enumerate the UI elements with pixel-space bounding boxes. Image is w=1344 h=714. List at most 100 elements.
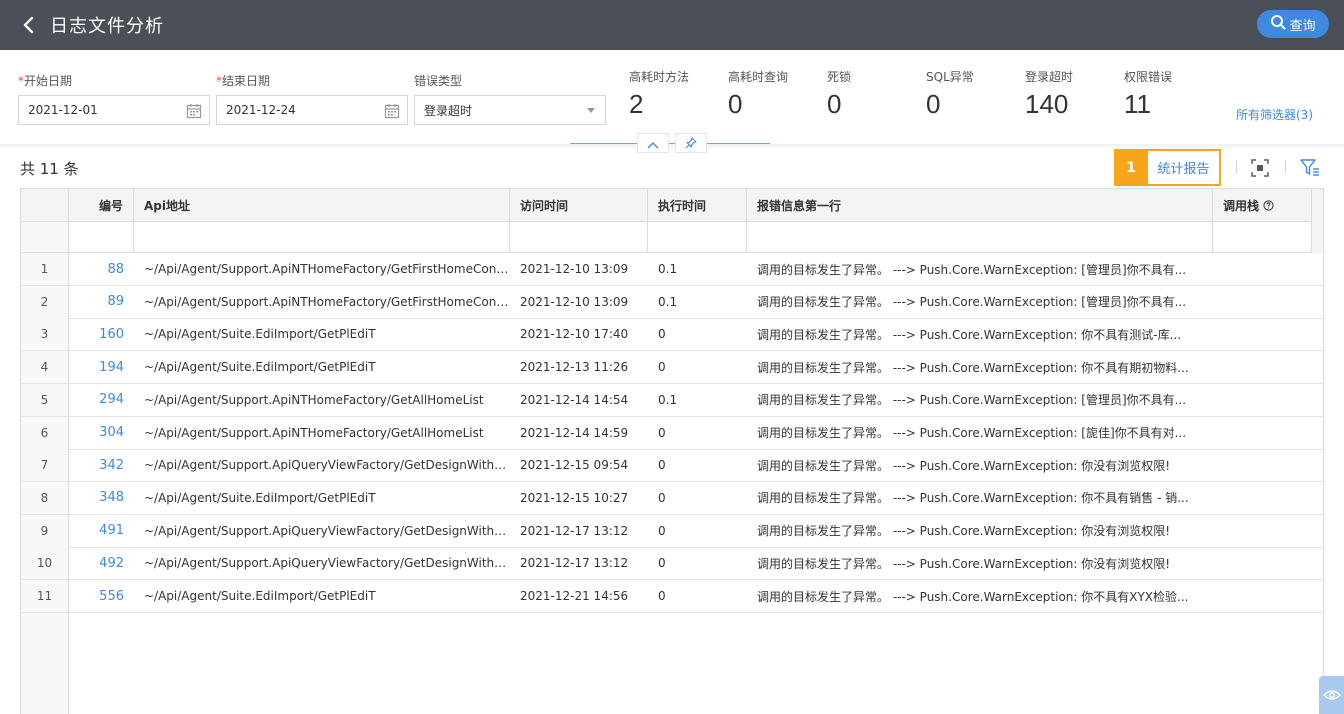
cell-call-stack	[1213, 253, 1311, 285]
cell-exec-time-text: 0	[658, 360, 666, 375]
cell-id-text[interactable]: 492	[99, 556, 124, 571]
top-bar: 日志文件分析 查询	[0, 0, 1344, 50]
table-row[interactable]: 1 88 ~/Api/Agent/Support.ApiNTHomeFactory/…	[21, 253, 1323, 286]
filter-cell-call-stack[interactable]	[1213, 222, 1311, 252]
table-row[interactable]: 8 348 ~/Api/Agent/Suite.EdiImport/GetPlEdi…	[21, 481, 1323, 515]
eye-icon[interactable]	[1319, 676, 1344, 714]
fullscreen-icon[interactable]	[1250, 158, 1270, 178]
cell-id[interactable]: 194	[69, 351, 134, 383]
cell-id[interactable]: 160	[69, 318, 134, 350]
cell-error-message-text: 调用的目标发生了异常。 ---> Push.Core.WarnException…	[757, 327, 1182, 342]
table-row[interactable]: 10 492 ~/Api/Agent/Support.ApiQueryViewFac…	[21, 547, 1323, 581]
table-row[interactable]: 11 556 ~/Api/Agent/Suite.EdiImport/GetPlEd…	[21, 580, 1323, 613]
end-date-input[interactable]: 2021-12-24	[216, 95, 408, 125]
table-row[interactable]: 7 342 ~/Api/Agent/Support.ApiQueryViewFact…	[21, 449, 1323, 483]
filter-cell-api[interactable]	[134, 222, 510, 252]
table-row[interactable]: 9 491 ~/Api/Agent/Support.ApiQueryViewFact…	[21, 514, 1323, 548]
all-filters-link[interactable]: 所有筛选器(3)	[1236, 106, 1313, 123]
row-number-text: 4	[40, 360, 49, 375]
cell-id-text[interactable]: 491	[99, 523, 124, 538]
cell-call-stack	[1213, 318, 1311, 350]
cell-access-time: 2021-12-15 10:27	[510, 482, 648, 514]
cell-id[interactable]: 492	[69, 547, 134, 579]
cell-call-stack	[1213, 580, 1311, 612]
filter-cell-id[interactable]	[69, 222, 134, 252]
header-error-message[interactable]: 报错信息第一行	[747, 189, 1213, 221]
start-date-input[interactable]: 2021-12-01	[18, 95, 210, 125]
stat-sql-exception[interactable]: SQL异常 0	[926, 68, 974, 120]
cell-access-time: 2021-12-17 13:12	[510, 515, 648, 547]
filter-cell-error-message[interactable]	[747, 222, 1213, 252]
pin-button[interactable]	[675, 133, 707, 153]
back-arrow-icon[interactable]	[16, 13, 40, 37]
step-badge: 1	[1114, 149, 1148, 186]
cell-id[interactable]: 89	[69, 286, 134, 318]
cell-id-text[interactable]: 194	[99, 360, 124, 375]
cell-id[interactable]: 294	[69, 384, 134, 416]
header-call-stack[interactable]: 调用栈	[1213, 189, 1311, 221]
header-access-time[interactable]: 访问时间	[510, 189, 648, 221]
cell-id-text[interactable]: 304	[99, 425, 124, 440]
table-row[interactable]: 5 294 ~/Api/Agent/Support.ApiNTHomeFactory…	[21, 383, 1323, 417]
cell-id[interactable]: 491	[69, 515, 134, 547]
help-circle-icon[interactable]	[1263, 199, 1274, 211]
cell-id[interactable]: 342	[69, 449, 134, 481]
error-type-select[interactable]: 登录超时	[414, 95, 606, 125]
cell-api: ~/Api/Agent/Support.ApiNTHomeFactory/Get…	[134, 384, 510, 416]
header-id[interactable]: 编号	[69, 189, 134, 221]
cell-id[interactable]: 304	[69, 417, 134, 449]
calendar-icon[interactable]	[186, 103, 202, 122]
calendar-icon[interactable]	[384, 103, 400, 122]
cell-api: ~/Api/Agent/Suite.EdiImport/GetPlEdiT	[134, 351, 510, 383]
cell-id[interactable]: 556	[69, 580, 134, 612]
cell-id[interactable]: 88	[69, 253, 134, 285]
filter-cell-access-time[interactable]	[510, 222, 648, 252]
table-row[interactable]: 6 304 ~/Api/Agent/Support.ApiNTHomeFactory…	[21, 416, 1323, 450]
start-date-value: 2021-12-01	[28, 103, 98, 117]
cell-error-message: 调用的目标发生了异常。 ---> Push.Core.WarnException…	[747, 384, 1213, 416]
cell-error-message: 调用的目标发生了异常。 ---> Push.Core.WarnException…	[747, 253, 1213, 285]
header-exec-time[interactable]: 执行时间	[648, 189, 747, 221]
stat-slow-methods[interactable]: 高耗时方法 2	[629, 68, 689, 120]
cell-error-message: 调用的目标发生了异常。 ---> Push.Core.WarnException…	[747, 351, 1213, 383]
error-type-value: 登录超时	[424, 103, 473, 118]
cell-id-text[interactable]: 348	[99, 490, 124, 505]
cell-exec-time: 0	[648, 547, 747, 579]
cell-id[interactable]: 348	[69, 482, 134, 514]
table-row[interactable]: 4 194 ~/Api/Agent/Suite.EdiImport/GetPlEdi…	[21, 351, 1323, 385]
cell-call-stack	[1213, 384, 1311, 416]
record-count: 共 11 条	[20, 160, 79, 178]
filter-settings-icon[interactable]	[1300, 158, 1320, 178]
cell-call-stack	[1213, 286, 1311, 318]
stat-login-timeout[interactable]: 登录超时 140	[1025, 68, 1073, 120]
cell-api: ~/Api/Agent/Support.ApiNTHomeFactory/Get…	[134, 417, 510, 449]
cell-api-text: ~/Api/Agent/Suite.EdiImport/GetPlEdiT	[144, 490, 376, 505]
start-date-label: *开始日期	[18, 74, 73, 88]
cell-id-text[interactable]: 88	[107, 262, 124, 277]
cell-id-text[interactable]: 89	[107, 294, 124, 309]
cell-exec-time-text: 0	[658, 589, 666, 603]
collapse-button[interactable]	[637, 133, 669, 153]
header-api[interactable]: Api地址	[134, 189, 510, 221]
query-button[interactable]: 查询	[1257, 10, 1329, 38]
stat-slow-queries[interactable]: 高耗时查询 0	[728, 68, 788, 120]
table-row[interactable]: 2 89 ~/Api/Agent/Support.ApiNTHomeFactory/…	[21, 285, 1323, 319]
stat-permission-error[interactable]: 权限错误 11	[1124, 68, 1172, 120]
stat-deadlock[interactable]: 死锁 0	[827, 68, 851, 120]
cell-exec-time-text: 0.1	[658, 392, 678, 407]
statistics-report-button[interactable]: 统计报告	[1148, 149, 1221, 186]
header-scrollbar[interactable]	[1311, 189, 1323, 253]
cell-id-text[interactable]: 294	[99, 392, 124, 407]
table-row[interactable]: 3 160 ~/Api/Agent/Suite.EdiImport/GetPlEdi…	[21, 318, 1323, 352]
row-number: 5	[21, 383, 69, 416]
cell-id-text[interactable]: 342	[99, 458, 124, 473]
cell-id-text[interactable]: 160	[99, 327, 124, 342]
filter-cell-exec-time[interactable]	[648, 222, 747, 252]
cell-access-time: 2021-12-13 11:26	[510, 351, 648, 383]
row-number: 3	[21, 318, 69, 351]
cell-access-time: 2021-12-21 14:56	[510, 580, 648, 612]
cell-error-message: 调用的目标发生了异常。 ---> Push.Core.WarnException…	[747, 515, 1213, 547]
row-number-text: 3	[40, 327, 49, 342]
cell-error-message: 调用的目标发生了异常。 ---> Push.Core.WarnException…	[747, 547, 1213, 579]
cell-id-text[interactable]: 556	[99, 589, 124, 604]
